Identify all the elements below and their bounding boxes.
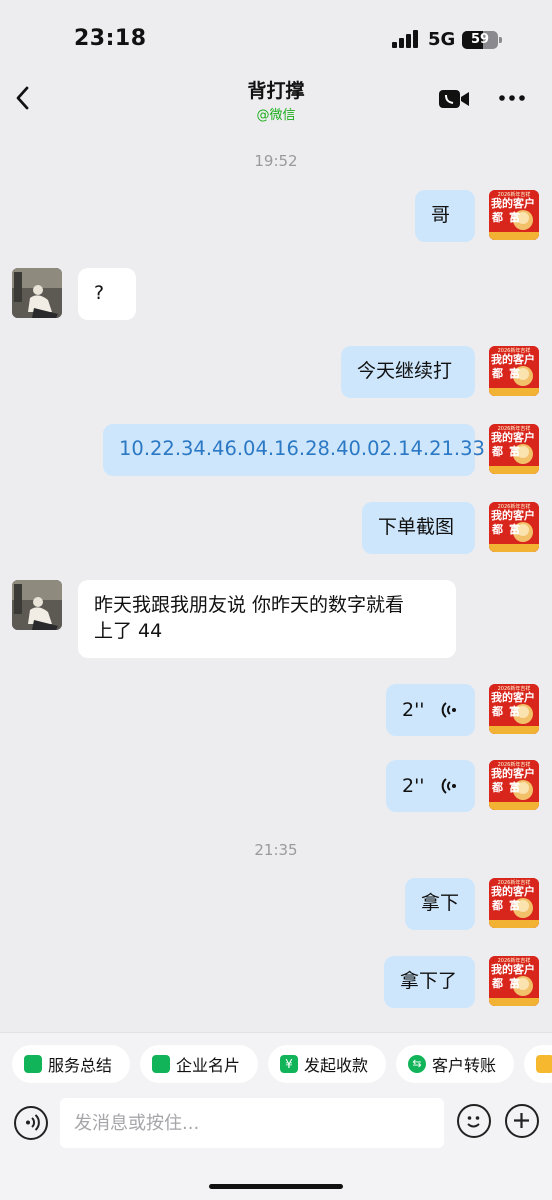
voice-duration: 2'': [402, 699, 425, 721]
message-line: 昨天我跟我朋友说 你昨天的数字就看: [94, 594, 405, 616]
avatar-image: [12, 580, 62, 630]
signal-icon: [392, 30, 420, 48]
link-message-bubble[interactable]: 10.22.34.46.04.16.28.40.02.14.21.33: [103, 424, 485, 476]
my-avatar[interactable]: 2026新年吉祥 我的客户 都富: [489, 684, 539, 734]
chat-header: 背打撑 @微信: [0, 70, 552, 126]
avatar-text: 我的客户: [491, 767, 535, 780]
my-avatar[interactable]: 2026新年吉祥 我的客户 都富: [489, 760, 539, 810]
timestamp: 19:52: [254, 152, 298, 170]
quick-action-business-card[interactable]: 企业名片: [140, 1045, 258, 1083]
emoji-button[interactable]: [457, 1104, 491, 1138]
message-bubble[interactable]: 下单截图: [362, 502, 475, 554]
quick-action-bar: 服务总结 企业名片 ¥ 发起收款 ⇆ 客户转账: [0, 1032, 552, 1094]
more-options-button[interactable]: [498, 90, 526, 106]
voice-message-bubble[interactable]: 2'': [386, 760, 475, 812]
chip-label: 服务总结: [48, 1056, 113, 1075]
battery-tip: [499, 37, 502, 43]
voice-wave-icon: [441, 778, 456, 794]
avatar-text: 都富: [492, 977, 526, 990]
voice-input-icon: [26, 1114, 40, 1131]
avatar-text: 都富: [492, 367, 526, 380]
status-time: 23:18: [74, 26, 147, 51]
avatar-text: 我的客户: [491, 431, 535, 444]
chip-label: 发起收款: [304, 1056, 369, 1075]
message-input[interactable]: [60, 1098, 444, 1148]
video-call-icon: [439, 90, 469, 108]
avatar-text: 我的客户: [491, 353, 535, 366]
avatar-text: 我的客户: [491, 885, 535, 898]
emoji-icon: [467, 1116, 480, 1128]
transfer-icon: ⇆: [408, 1055, 426, 1073]
avatar-text: 都富: [492, 705, 526, 718]
timestamp: 21:35: [254, 841, 298, 859]
avatar-text: 都富: [492, 781, 526, 794]
quick-action-payment[interactable]: ¥ 发起收款: [268, 1045, 386, 1083]
my-avatar[interactable]: 2026新年吉祥 我的客户 都富: [489, 424, 539, 474]
avatar-text: 我的客户: [491, 197, 535, 210]
quick-action-more[interactable]: [524, 1045, 552, 1083]
my-avatar[interactable]: 2026新年吉祥 我的客户 都富: [489, 346, 539, 396]
business-card-icon: [152, 1055, 170, 1073]
status-bar: 23:18 5G 59: [0, 0, 552, 80]
message-line: 上了 44: [94, 620, 163, 642]
message-bubble[interactable]: 昨天我跟我朋友说 你昨天的数字就看 上了 44: [78, 580, 456, 658]
avatar-text: 都富: [492, 211, 526, 224]
my-avatar[interactable]: 2026新年吉祥 我的客户 都富: [489, 956, 539, 1006]
more-action-icon: [536, 1055, 552, 1073]
avatar-text: 我的客户: [491, 509, 535, 522]
avatar-text: 我的客户: [491, 691, 535, 704]
contact-avatar[interactable]: [12, 580, 62, 630]
home-indicator: [209, 1184, 343, 1189]
message-bubble[interactable]: 拿下: [405, 878, 475, 930]
avatar-text: 都富: [492, 445, 526, 458]
battery-icon: 59: [462, 31, 498, 49]
message-list[interactable]: 19:52 哥 2026新年吉祥 我的客户 都富 ? 今天继续打 2026新年吉祥我…: [0, 128, 552, 1032]
avatar-text: 都富: [492, 899, 526, 912]
battery-level: 59: [470, 32, 490, 47]
avatar-text: 我的客户: [491, 963, 535, 976]
my-avatar[interactable]: 2026新年吉祥 我的客户 都富: [489, 190, 539, 240]
message-bubble[interactable]: ?: [78, 268, 136, 320]
payment-icon: ¥: [280, 1055, 298, 1073]
avatar-image: [12, 268, 62, 318]
chip-label: 企业名片: [176, 1056, 241, 1075]
video-call-button[interactable]: [438, 88, 470, 110]
voice-wave-icon: [441, 702, 456, 718]
chip-label: 客户转账: [432, 1056, 497, 1075]
network-type: 5G: [428, 29, 456, 50]
add-attachment-button[interactable]: [505, 1104, 539, 1138]
message-bubble[interactable]: 今天继续打: [341, 346, 475, 398]
avatar-text: 都富: [492, 523, 526, 536]
plus-icon: [514, 1113, 529, 1128]
voice-duration: 2'': [402, 775, 425, 797]
message-bubble[interactable]: 拿下了: [384, 956, 475, 1008]
voice-input-button[interactable]: [14, 1106, 48, 1140]
my-avatar[interactable]: 2026新年吉祥 我的客户 都富: [489, 502, 539, 552]
service-summary-icon: [24, 1055, 42, 1073]
message-bubble[interactable]: 哥: [415, 190, 475, 242]
more-icon: [499, 95, 525, 101]
my-avatar[interactable]: 2026新年吉祥 我的客户 都富: [489, 878, 539, 928]
voice-message-bubble[interactable]: 2'': [386, 684, 475, 736]
contact-avatar[interactable]: [12, 268, 62, 318]
quick-action-transfer[interactable]: ⇆ 客户转账: [396, 1045, 514, 1083]
quick-action-service-summary[interactable]: 服务总结: [12, 1045, 130, 1083]
